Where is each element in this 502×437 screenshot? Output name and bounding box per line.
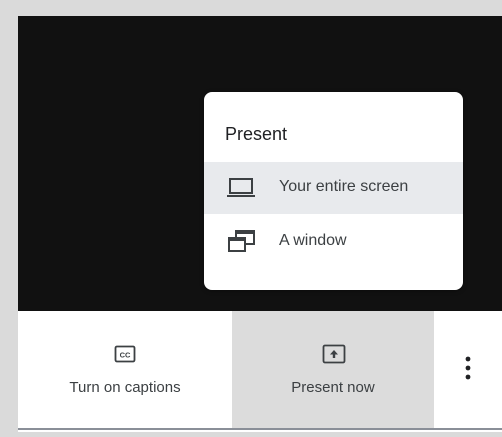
- menu-item-entire-screen[interactable]: Your entire screen: [204, 162, 463, 214]
- video-stage: Present Your entire screen A window: [18, 16, 502, 311]
- present-menu-title: Present: [225, 124, 288, 144]
- more-vert-icon: [465, 356, 471, 380]
- closed-captions-icon: CC: [114, 345, 136, 363]
- menu-item-label: Your entire screen: [279, 178, 409, 195]
- window-frame: Present Your entire screen A window CC T…: [0, 0, 502, 437]
- svg-text:CC: CC: [120, 351, 131, 360]
- captions-label: Turn on captions: [69, 379, 181, 396]
- laptop-icon: [227, 178, 255, 197]
- meeting-panel: Present Your entire screen A window CC T…: [18, 16, 502, 432]
- menu-item-label: A window: [279, 232, 347, 249]
- bottom-divider: [18, 428, 502, 430]
- present-now-label: Present now: [291, 379, 375, 396]
- more-options-button[interactable]: [434, 311, 502, 428]
- menu-item-a-window[interactable]: A window: [204, 216, 463, 268]
- present-now-button[interactable]: Present now: [232, 311, 434, 428]
- turn-on-captions-button[interactable]: CC Turn on captions: [18, 311, 232, 428]
- present-screen-icon: [322, 344, 346, 364]
- present-menu: Present Your entire screen A window: [204, 92, 463, 290]
- window-icon: [228, 230, 255, 252]
